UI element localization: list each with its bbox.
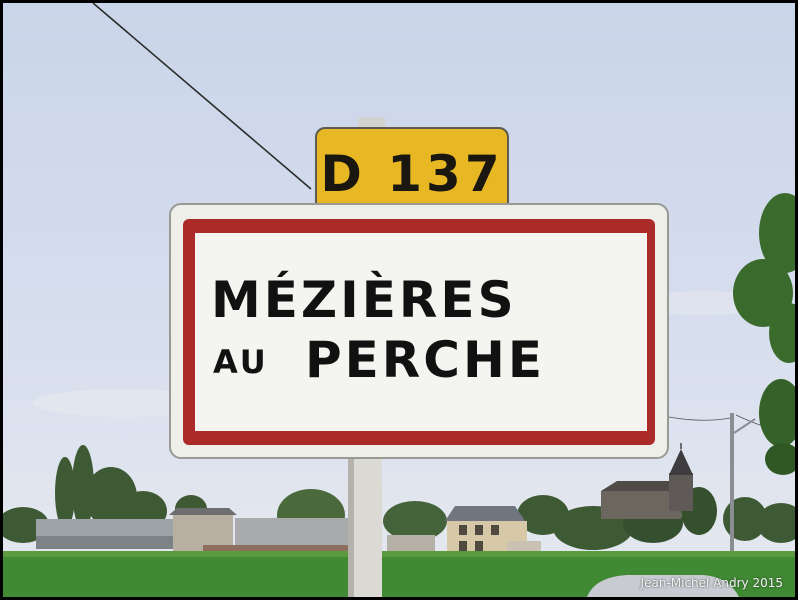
town-name-line-2: PERCHE: [305, 331, 545, 389]
roadside-tree: [733, 193, 795, 475]
power-wire: [668, 416, 731, 421]
power-wire: [92, 3, 312, 190]
photo-frame: D 137 MÉZIÈRES AU PERCHE Jean-Michel And…: [3, 3, 795, 597]
town-entry-sign: MÉZIÈRES AU PERCHE: [169, 203, 669, 459]
photo-scene: D 137 MÉZIÈRES AU PERCHE Jean-Michel And…: [0, 0, 798, 600]
town-name-prefix: AU: [213, 343, 269, 381]
route-number-text: D 137: [320, 145, 504, 203]
photographer-credit: Jean-Michel Andry 2015: [640, 576, 783, 590]
sign-white-panel: MÉZIÈRES AU PERCHE: [195, 233, 647, 431]
town-name-line-1: MÉZIÈRES: [211, 271, 517, 329]
